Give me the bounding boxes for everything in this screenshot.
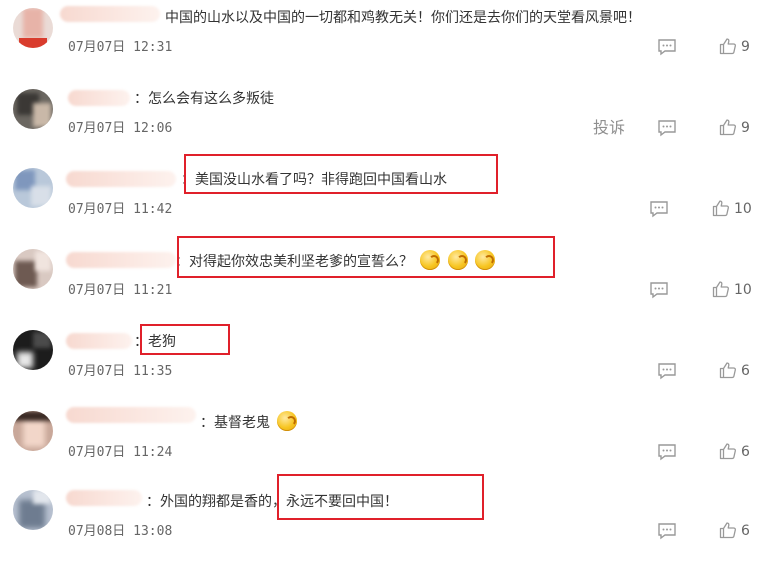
comment-text: 中国的山水以及中国的一切都和鸡教无关！你们还是去你们的天堂看风景吧！: [165, 10, 641, 26]
thumbs-up-icon: [719, 119, 736, 136]
comment-item: ：对得起你效忠美利坚老爹的宣誓么？ 07月07日 11:21 10: [0, 236, 761, 329]
comment-time: 07月08日 13:08: [68, 524, 173, 539]
like-count: 9: [741, 120, 750, 136]
avatar[interactable]: [13, 168, 53, 208]
avatar[interactable]: [13, 490, 53, 530]
avatar[interactable]: [13, 411, 53, 451]
like-count: 6: [741, 363, 750, 379]
avatar[interactable]: [13, 330, 53, 370]
like-count: 6: [741, 523, 750, 539]
thumbs-up-icon: [719, 522, 736, 539]
comment-item: ：外国的翔都是香的，永远不要回中国！ 07月08日 13:08 6: [0, 474, 761, 570]
comment-text-content: ：基督老鬼: [200, 415, 270, 431]
reply-icon[interactable]: [649, 200, 669, 218]
comment-time: 07月07日 12:31: [68, 40, 173, 55]
reply-icon[interactable]: [657, 522, 677, 540]
comment-time: 07月07日 12:06: [68, 121, 173, 136]
comment-time: 07月07日 11:42: [68, 202, 173, 217]
highlight-box: [184, 154, 498, 194]
comment-text: ：基督老鬼: [200, 411, 298, 432]
highlight-box: [140, 324, 230, 355]
comment-time: 07月07日 11:21: [68, 283, 173, 298]
reply-icon[interactable]: [657, 38, 677, 56]
reply-icon[interactable]: [657, 362, 677, 380]
comment-time: 07月07日 11:24: [68, 445, 173, 460]
comment-time: 07月07日 11:35: [68, 364, 173, 379]
report-button[interactable]: 投诉: [593, 118, 625, 138]
reply-icon[interactable]: [657, 119, 677, 137]
thumbs-up-icon: [712, 200, 729, 217]
thumbs-up-icon: [719, 362, 736, 379]
username[interactable]: [68, 90, 130, 106]
comment-text: ：怎么会有这么多叛徒: [134, 91, 274, 107]
thumbs-up-icon: [719, 38, 736, 55]
avatar[interactable]: [13, 89, 53, 129]
username[interactable]: [66, 407, 196, 423]
username[interactable]: [66, 171, 176, 187]
like-count: 9: [741, 39, 750, 55]
like-count: 6: [741, 444, 750, 460]
avatar[interactable]: [13, 249, 53, 289]
reply-icon[interactable]: [649, 281, 669, 299]
username[interactable]: [66, 252, 176, 268]
like-count: 10: [734, 282, 752, 298]
like-count: 10: [734, 201, 752, 217]
thumbs-up-icon: [712, 281, 729, 298]
highlight-box: [277, 474, 484, 520]
username[interactable]: [60, 6, 160, 22]
comment-item: 中国的山水以及中国的一切都和鸡教无关！你们还是去你们的天堂看风景吧！ 07月07…: [0, 6, 761, 86]
thumbs-up-icon: [719, 443, 736, 460]
username[interactable]: [66, 490, 142, 506]
username[interactable]: [66, 333, 132, 349]
comment-item: ：老狗 07月07日 11:35 6: [0, 324, 761, 410]
highlight-box: [177, 236, 555, 278]
reply-icon[interactable]: [657, 443, 677, 461]
crying-laughing-emoji-icon: [277, 411, 298, 431]
avatar[interactable]: [13, 8, 53, 48]
